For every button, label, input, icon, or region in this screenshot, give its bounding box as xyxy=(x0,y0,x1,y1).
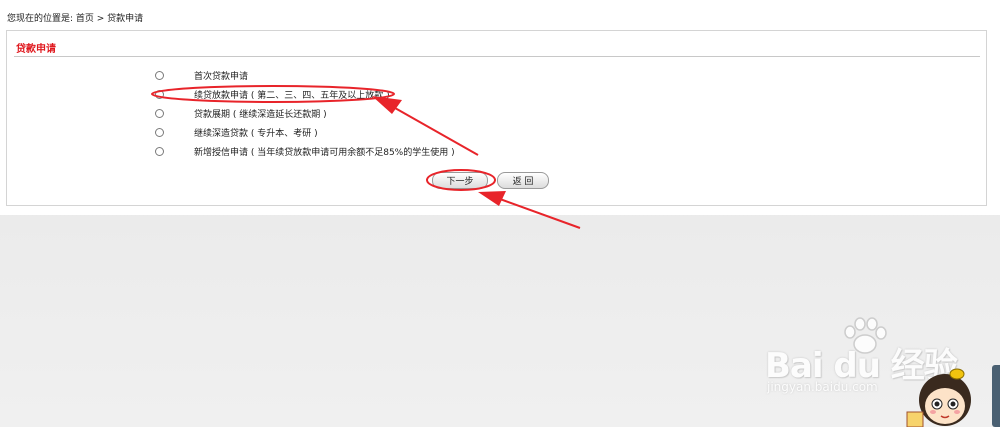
option-label: 贷款展期 ( 继续深造延长还款期 ) xyxy=(194,109,327,120)
option-label: 继续深造贷款 ( 专升本、考研 ) xyxy=(194,128,318,139)
mascot-cartoon-icon xyxy=(906,368,971,427)
breadcrumb: 您现在的位置是: 首页 > 贷款申请 xyxy=(7,14,144,24)
back-button[interactable]: 返 回 xyxy=(497,172,549,189)
option-label: 续贷放款申请 ( 第二、三、四、五年及以上放款 ) xyxy=(194,90,390,101)
option-further-study-loan[interactable]: 继续深造贷款 ( 专升本、考研 ) xyxy=(155,125,318,139)
panel-divider xyxy=(14,56,980,57)
radio-button[interactable] xyxy=(155,108,164,118)
radio-button[interactable] xyxy=(155,89,164,99)
option-label: 首次贷款申请 xyxy=(194,71,249,82)
next-step-button[interactable]: 下一步 xyxy=(432,172,488,189)
option-new-credit[interactable]: 新增授信申请 ( 当年续贷放款申请可用余额不足85%的学生使用 ) xyxy=(155,144,455,158)
side-scroll-tab[interactable] xyxy=(992,365,1000,427)
option-first-loan[interactable]: 首次贷款申请 xyxy=(155,68,248,82)
panel-title: 贷款申请 xyxy=(16,44,56,55)
option-renewal-loan[interactable]: 续贷放款申请 ( 第二、三、四、五年及以上放款 ) xyxy=(155,87,390,101)
radio-button[interactable] xyxy=(155,70,164,80)
radio-button[interactable] xyxy=(155,127,164,137)
watermark-url: jingyan.baidu.com xyxy=(767,380,878,394)
option-label: 新增授信申请 ( 当年续贷放款申请可用余额不足85%的学生使用 ) xyxy=(194,147,455,158)
radio-button[interactable] xyxy=(155,146,164,156)
option-loan-extension[interactable]: 贷款展期 ( 继续深造延长还款期 ) xyxy=(155,106,327,120)
